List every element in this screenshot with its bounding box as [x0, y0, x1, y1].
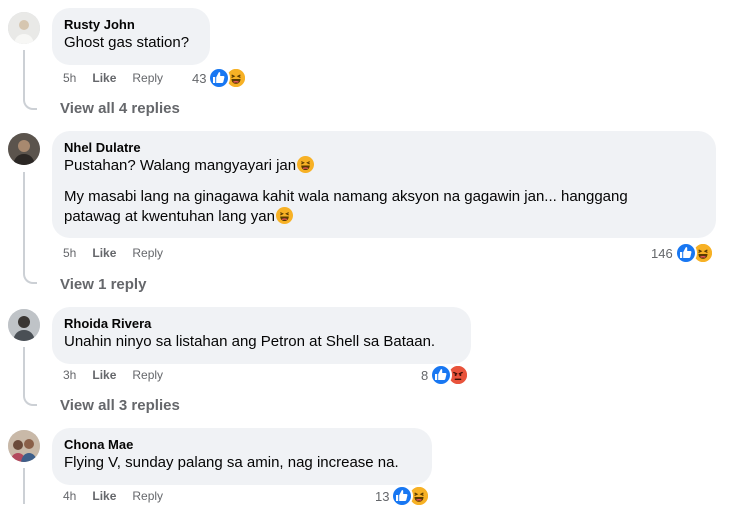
- like-icon: [674, 242, 697, 264]
- comment-bubble: Nhel Dulatre Pustahan? Walang mangyayari…: [52, 131, 716, 238]
- comment-bubble: Chona Mae Flying V, sunday palang sa ami…: [52, 428, 432, 485]
- comment-bubble: Rhoida Rivera Unahin ninyo sa listahan a…: [52, 307, 471, 364]
- thread-connector: [23, 50, 37, 110]
- comment-text: Ghost gas station?: [64, 34, 190, 51]
- reaction-count: 146: [651, 245, 673, 261]
- rofl-emoji-icon: [275, 206, 294, 230]
- comment-author[interactable]: Chona Mae: [64, 436, 420, 453]
- avatar[interactable]: [8, 133, 40, 165]
- comment-text: Unahin ninyo sa listahan ang Petron at S…: [64, 333, 436, 350]
- comment-text: Pustahan? Walang mangyayari jan: [64, 155, 704, 179]
- reply-button[interactable]: Reply: [132, 245, 163, 261]
- view-replies-link[interactable]: View all 4 replies: [60, 99, 180, 119]
- thread-connector: [23, 468, 37, 504]
- comment-actions: 4h Like Reply: [63, 488, 163, 504]
- reply-button[interactable]: Reply: [132, 367, 163, 383]
- comment-text-line: My masabi lang na ginagawa kahit wala na…: [64, 188, 628, 205]
- comment-actions: 5h Like Reply: [63, 70, 163, 86]
- comment-author[interactable]: Nhel Dulatre: [64, 139, 704, 156]
- like-button[interactable]: Like: [92, 70, 116, 86]
- rofl-emoji-icon: [296, 155, 315, 179]
- reaction-count: 43: [192, 70, 207, 86]
- comment-text: My masabi lang na ginagawa kahit wala na…: [64, 187, 704, 230]
- comment-time[interactable]: 5h: [63, 245, 76, 261]
- thread-connector: [23, 172, 37, 284]
- like-button[interactable]: Like: [92, 488, 116, 504]
- reaction-summary[interactable]: 146: [651, 242, 714, 264]
- like-icon: [430, 364, 453, 386]
- view-replies-link[interactable]: View 1 reply: [60, 275, 146, 295]
- thread-connector: [23, 347, 37, 406]
- comment-text-line: patawag at kwentuhan lang yan: [64, 206, 704, 230]
- reaction-summary[interactable]: 43: [192, 67, 248, 89]
- comment-bubble: Rusty John Ghost gas station?: [52, 8, 210, 65]
- like-button[interactable]: Like: [92, 245, 116, 261]
- avatar[interactable]: [8, 430, 40, 462]
- comment-author[interactable]: Rusty John: [64, 16, 198, 33]
- comment-text-part: patawag at kwentuhan lang yan: [64, 208, 275, 225]
- reaction-count: 8: [421, 367, 429, 383]
- comment-actions: 5h Like Reply: [63, 245, 163, 261]
- reply-button[interactable]: Reply: [132, 488, 163, 504]
- comment-time[interactable]: 3h: [63, 367, 76, 383]
- avatar[interactable]: [8, 12, 40, 44]
- like-icon: [208, 67, 231, 89]
- comment-actions: 3h Like Reply: [63, 367, 163, 383]
- comment-time[interactable]: 5h: [63, 70, 76, 86]
- avatar[interactable]: [8, 309, 40, 341]
- comment-text-part: Pustahan? Walang mangyayari jan: [64, 157, 297, 174]
- reaction-count: 13: [375, 488, 390, 504]
- comment-author[interactable]: Rhoida Rivera: [64, 315, 459, 332]
- view-replies-link[interactable]: View all 3 replies: [60, 396, 180, 416]
- like-button[interactable]: Like: [92, 367, 116, 383]
- comment-text: Flying V, sunday palang sa amin, nag inc…: [64, 454, 399, 471]
- reply-button[interactable]: Reply: [132, 70, 163, 86]
- comment-time[interactable]: 4h: [63, 488, 76, 504]
- reaction-summary[interactable]: 8: [421, 364, 470, 386]
